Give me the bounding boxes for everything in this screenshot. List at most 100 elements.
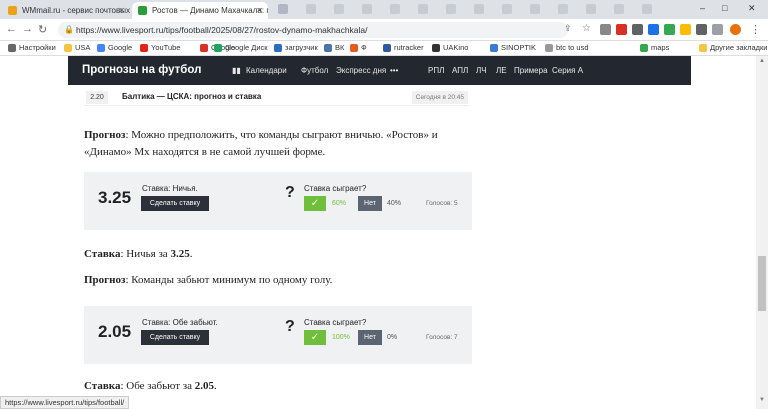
yes-percent: 100% <box>332 334 350 341</box>
tab-livesport[interactable]: Ростов — Динамо Махачкала: пр ✕ <box>132 2 268 19</box>
pinned-tab-icon[interactable] <box>306 4 316 14</box>
wmmail-favicon-icon <box>8 6 17 15</box>
pinned-tab-icon[interactable] <box>362 4 372 14</box>
bet-odds: 2.05 <box>98 322 132 341</box>
pinned-tab-icon[interactable] <box>474 4 484 14</box>
site-header: Прогнозы на футбол ▮▮ Календари Футбол Э… <box>68 56 691 85</box>
bookmark-item[interactable]: btc to usd <box>545 43 589 52</box>
bookmark-item[interactable]: rutracker <box>383 43 424 52</box>
pinned-tab-icon[interactable] <box>418 4 428 14</box>
votes-count: Голосов: 7 <box>426 334 458 341</box>
bookmark-item[interactable]: UAKino <box>432 43 468 52</box>
gmail-icon <box>200 43 208 52</box>
nav-lch[interactable]: ЛЧ <box>476 66 487 75</box>
page-content: Прогнозы на футбол ▮▮ Календари Футбол Э… <box>0 56 756 396</box>
extension-icon[interactable] <box>680 24 691 35</box>
pinned-tab-icon[interactable] <box>558 4 568 14</box>
vote-question: Ставка сыграет? <box>304 318 367 327</box>
bookmark-item[interactable]: ВК <box>324 43 344 52</box>
maximize-button[interactable]: □ <box>722 3 727 13</box>
url-text: https://www.livesport.ru/tips/football/2… <box>76 25 368 35</box>
btc-icon <box>545 43 553 52</box>
prediction-paragraph: Прогноз: Команды забьют минимум по одном… <box>84 274 333 286</box>
nav-football[interactable]: Футбол <box>301 66 328 75</box>
match-row[interactable]: 2.20 Балтика — ЦСКА: прогноз и ставка Се… <box>84 90 470 106</box>
scrollbar-thumb[interactable] <box>758 256 766 311</box>
pinned-tab-icon[interactable] <box>614 4 624 14</box>
pinned-tab-icon[interactable] <box>446 4 456 14</box>
livesport-favicon-icon <box>138 6 147 15</box>
close-tab-icon[interactable]: ✕ <box>256 6 263 15</box>
match-odds: 2.20 <box>86 91 108 104</box>
bookmark-item[interactable]: Google <box>97 43 132 52</box>
youtube-icon <box>140 43 148 52</box>
forward-arrow-icon[interactable]: → <box>22 23 33 35</box>
back-arrow-icon[interactable]: ← <box>6 23 17 35</box>
no-percent: 0% <box>387 334 398 341</box>
bookmark-item[interactable]: maps <box>640 43 669 52</box>
extension-icon[interactable] <box>632 24 643 35</box>
nav-le[interactable]: ЛЕ <box>496 66 507 75</box>
google-drive-icon <box>214 43 222 52</box>
pinned-tab-icon[interactable] <box>642 4 652 14</box>
nav-express[interactable]: Экспресс дня <box>336 66 386 75</box>
extension-icon[interactable] <box>616 24 627 35</box>
browser-menu-icon[interactable]: ⋮ <box>750 23 761 36</box>
rutracker-icon <box>383 43 391 52</box>
share-icon[interactable]: ⇪ <box>564 23 572 34</box>
nav-more[interactable]: ••• <box>390 66 398 75</box>
nav-calendars[interactable]: Календари <box>246 66 287 75</box>
make-bet-button[interactable]: Сделать ставку <box>141 330 209 345</box>
make-bet-button[interactable]: Сделать ставку <box>141 196 209 211</box>
extension-icon[interactable] <box>648 24 659 35</box>
folder-icon <box>64 43 72 52</box>
bookmark-star-icon[interactable]: ☆ <box>582 23 591 34</box>
pinned-tab-icon[interactable] <box>502 4 512 14</box>
pinned-tab-icon[interactable] <box>586 4 596 14</box>
bookmark-item[interactable]: Ф <box>350 43 367 52</box>
yes-percent: 60% <box>332 200 347 207</box>
scroll-up-icon[interactable]: ▲ <box>759 58 765 64</box>
bookmark-item[interactable]: Настройки <box>8 43 56 52</box>
pinned-tab-icon[interactable] <box>530 4 540 14</box>
close-tab-icon[interactable]: ✕ <box>118 6 125 15</box>
minimize-button[interactable]: – <box>700 3 705 13</box>
bookmark-item[interactable]: USA <box>64 43 90 52</box>
tab-bar: WMmail.ru - сервис почтовых ре ✕ Ростов … <box>0 0 768 19</box>
page-scrollbar[interactable]: ▲ ▼ <box>756 56 768 409</box>
vote-yes-button[interactable]: ✓ <box>304 330 326 345</box>
nav-apl[interactable]: АПЛ <box>452 66 468 75</box>
google-icon <box>97 43 105 52</box>
profile-avatar[interactable] <box>730 24 741 35</box>
bet-odds: 3.25 <box>98 188 132 207</box>
pinned-tab-icon[interactable] <box>390 4 400 14</box>
vote-no-button[interactable]: Нет <box>358 196 382 211</box>
extension-icon[interactable] <box>600 24 611 35</box>
pinned-tab-icon[interactable] <box>334 4 344 14</box>
extension-icon[interactable] <box>664 24 675 35</box>
vote-no-button[interactable]: Нет <box>358 330 382 345</box>
nav-primera[interactable]: Примера <box>514 66 548 75</box>
pinned-tab-icon[interactable] <box>278 4 288 14</box>
vote-yes-button[interactable]: ✓ <box>304 196 326 211</box>
close-window-button[interactable]: ✕ <box>748 3 756 14</box>
bookmark-item[interactable]: Google Диск <box>214 43 268 52</box>
bookmark-item[interactable]: YouTube <box>140 43 180 52</box>
url-input[interactable]: 🔒 https://www.livesport.ru/tips/football… <box>58 22 568 38</box>
bookmark-item[interactable]: SINOPTIK <box>490 43 536 52</box>
address-bar-row: ← → ↻ 🔒 https://www.livesport.ru/tips/fo… <box>0 19 768 41</box>
reload-icon[interactable]: ↻ <box>38 23 47 36</box>
sidebar-icon[interactable] <box>712 24 723 35</box>
tab-wmmail[interactable]: WMmail.ru - сервис почтовых ре ✕ <box>2 2 130 19</box>
nav-rpl[interactable]: РПЛ <box>428 66 444 75</box>
votes-count: Голосов: 5 <box>426 200 458 207</box>
extensions-puzzle-icon[interactable] <box>696 24 707 35</box>
nav-seria-a[interactable]: Серия А <box>552 66 583 75</box>
sinoptik-icon <box>490 43 498 52</box>
site-logo[interactable]: Прогнозы на футбол <box>82 64 201 76</box>
calendar-icon: ▮▮ <box>232 66 241 75</box>
scroll-down-icon[interactable]: ▼ <box>759 397 765 403</box>
bookmark-item[interactable]: Другие закладки <box>699 43 767 52</box>
downloader-icon <box>274 43 282 52</box>
bookmark-item[interactable]: загрузчик <box>274 43 318 52</box>
